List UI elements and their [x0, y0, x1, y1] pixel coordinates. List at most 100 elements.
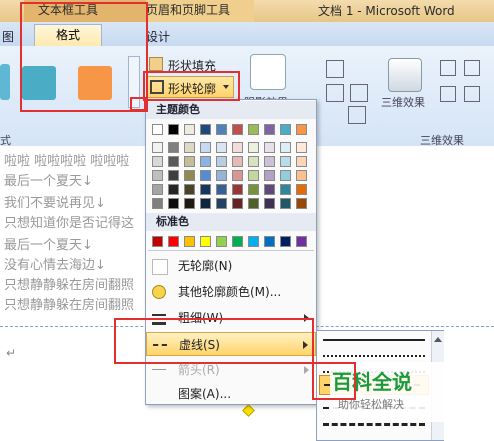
color-swatch[interactable]: [200, 170, 211, 181]
color-swatch[interactable]: [248, 124, 259, 135]
nudge-left-icon[interactable]: [326, 84, 344, 102]
color-swatch[interactable]: [216, 170, 227, 181]
color-swatch[interactable]: [168, 236, 179, 247]
threed-toggle-icon[interactable]: [464, 60, 480, 76]
color-swatch[interactable]: [296, 184, 307, 195]
shadow-effects-button[interactable]: [250, 54, 286, 90]
tilt-right-icon[interactable]: [464, 86, 480, 102]
color-swatch[interactable]: [232, 124, 243, 135]
color-swatch[interactable]: [184, 156, 195, 167]
color-swatch[interactable]: [200, 198, 211, 209]
color-swatch[interactable]: [296, 142, 307, 153]
color-swatch[interactable]: [184, 170, 195, 181]
color-swatch[interactable]: [200, 142, 211, 153]
color-swatch[interactable]: [280, 156, 291, 167]
menu-item-more-colors[interactable]: 其他轮廓颜色(M)...: [146, 280, 316, 304]
color-swatch[interactable]: [248, 236, 259, 247]
color-swatch[interactable]: [264, 184, 275, 195]
color-swatch[interactable]: [232, 142, 243, 153]
color-swatch[interactable]: [184, 142, 195, 153]
color-swatch[interactable]: [232, 236, 243, 247]
color-swatch[interactable]: [216, 236, 227, 247]
tab-view-partial[interactable]: 图: [2, 28, 14, 45]
color-swatch[interactable]: [168, 198, 179, 209]
threed-effects-label[interactable]: 三维效果: [381, 94, 425, 110]
color-swatch[interactable]: [248, 142, 259, 153]
color-swatch[interactable]: [152, 236, 163, 247]
scroll-up-icon[interactable]: [434, 337, 442, 342]
color-swatch[interactable]: [264, 124, 275, 135]
document-line: 最后一个夏天↓: [4, 238, 93, 253]
color-swatch[interactable]: [184, 184, 195, 195]
color-swatch[interactable]: [168, 170, 179, 181]
color-swatch[interactable]: [216, 184, 227, 195]
color-swatch[interactable]: [168, 124, 179, 135]
color-swatch[interactable]: [216, 156, 227, 167]
color-swatch[interactable]: [232, 184, 243, 195]
color-swatch[interactable]: [264, 236, 275, 247]
color-swatch[interactable]: [168, 156, 179, 167]
color-swatch[interactable]: [280, 236, 291, 247]
color-swatch[interactable]: [264, 142, 275, 153]
color-swatch[interactable]: [248, 170, 259, 181]
dash-option-long-dash[interactable]: [323, 423, 425, 426]
threed-effects-icon[interactable]: [388, 58, 422, 92]
tilt-left-icon[interactable]: [440, 86, 456, 102]
color-swatch[interactable]: [248, 156, 259, 167]
color-swatch[interactable]: [280, 198, 291, 209]
standard-colors-header: 标准色: [146, 213, 316, 231]
color-swatch[interactable]: [168, 184, 179, 195]
color-swatch[interactable]: [248, 184, 259, 195]
more-colors-label: 其他轮廓颜色(M)...: [178, 285, 282, 299]
color-swatch[interactable]: [152, 124, 163, 135]
tilt-up-icon[interactable]: [440, 60, 456, 76]
color-swatch[interactable]: [152, 184, 163, 195]
context-tab-header-footer-tools[interactable]: 页眉和页脚工具: [146, 0, 254, 22]
color-swatch[interactable]: [168, 142, 179, 153]
color-swatch[interactable]: [232, 170, 243, 181]
color-swatch[interactable]: [216, 124, 227, 135]
color-swatch[interactable]: [296, 236, 307, 247]
color-swatch[interactable]: [184, 124, 195, 135]
color-swatch[interactable]: [248, 198, 259, 209]
color-swatch[interactable]: [152, 198, 163, 209]
color-swatch[interactable]: [200, 236, 211, 247]
color-swatch[interactable]: [232, 156, 243, 167]
color-swatch[interactable]: [280, 170, 291, 181]
color-swatch[interactable]: [200, 184, 211, 195]
color-swatch[interactable]: [296, 170, 307, 181]
color-swatch[interactable]: [280, 142, 291, 153]
color-swatch[interactable]: [152, 142, 163, 153]
nudge-up-icon[interactable]: [326, 60, 344, 78]
color-swatch[interactable]: [200, 124, 211, 135]
color-swatch[interactable]: [296, 124, 307, 135]
document-line: 只想静静躲在房间翻照: [4, 298, 135, 313]
color-swatch[interactable]: [280, 124, 291, 135]
color-swatch[interactable]: [264, 170, 275, 181]
color-swatch[interactable]: [216, 142, 227, 153]
color-swatch[interactable]: [232, 198, 243, 209]
color-swatch[interactable]: [184, 198, 195, 209]
color-swatch[interactable]: [216, 198, 227, 209]
nudge-down-icon[interactable]: [348, 106, 366, 124]
color-swatch[interactable]: [152, 156, 163, 167]
color-swatch[interactable]: [296, 156, 307, 167]
color-swatch[interactable]: [280, 184, 291, 195]
menu-item-no-outline[interactable]: 无轮廓(N): [146, 254, 316, 278]
dash-option-solid[interactable]: [323, 339, 425, 341]
context-tab-label: 页眉和页脚工具: [146, 3, 231, 17]
no-outline-label: 无轮廓(N): [178, 259, 233, 273]
color-swatch[interactable]: [264, 198, 275, 209]
color-swatch[interactable]: [152, 170, 163, 181]
color-swatch[interactable]: [296, 198, 307, 209]
shadow-toggle-icon[interactable]: [350, 84, 368, 102]
submenu-arrow-icon: [304, 366, 309, 374]
color-swatch[interactable]: [200, 156, 211, 167]
menu-item-pattern[interactable]: 图案(A)...: [146, 382, 316, 406]
dash-option-round-dot[interactable]: [323, 355, 425, 357]
tab-design-partial[interactable]: 设计: [146, 28, 170, 45]
document-line: 啦啦 啦啦啦啦 啦啦啦: [4, 154, 130, 169]
color-swatch[interactable]: [184, 236, 195, 247]
color-swatch[interactable]: [264, 156, 275, 167]
style-swatch-partial[interactable]: [0, 64, 10, 100]
